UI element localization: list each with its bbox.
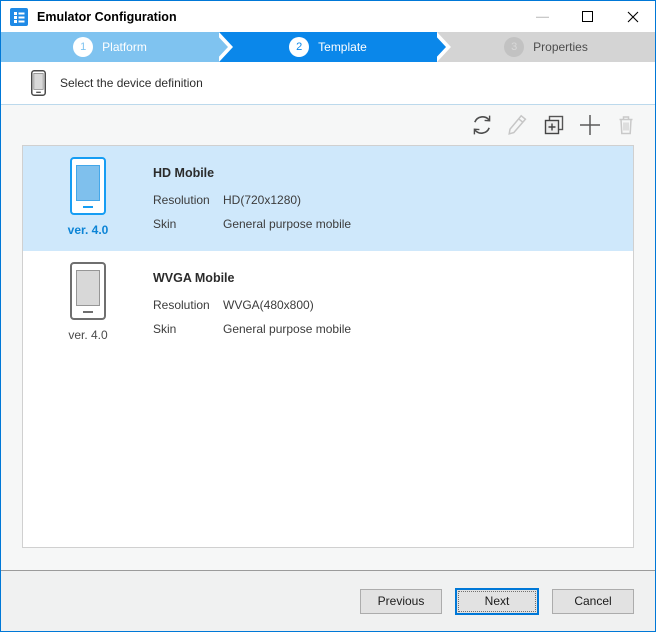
close-icon[interactable] xyxy=(610,1,655,32)
wizard-stepper: 1 Platform 2 Template 3 Properties xyxy=(1,32,655,62)
phone-icon xyxy=(70,157,106,215)
delete-icon xyxy=(613,112,639,138)
step-number-badge: 1 xyxy=(73,37,93,57)
step-properties[interactable]: 3 Properties xyxy=(437,32,655,62)
phone-home-button xyxy=(83,311,93,313)
step-arrow-icon xyxy=(214,32,228,62)
device-details: HD Mobile Resolution HD(720x1280) Skin G… xyxy=(153,146,351,251)
refresh-icon[interactable] xyxy=(469,112,495,138)
maximize-icon[interactable] xyxy=(565,1,610,32)
step-template[interactable]: 2 Template xyxy=(219,32,437,62)
skin-value: General purpose mobile xyxy=(223,322,351,336)
window-title: Emulator Configuration xyxy=(37,10,177,24)
resolution-value: HD(720x1280) xyxy=(223,193,301,207)
phone-icon xyxy=(70,262,106,320)
device-version: ver. 4.0 xyxy=(68,223,109,237)
footer-button-bar: Previous Next Cancel xyxy=(1,570,655,631)
phone-screen xyxy=(76,270,100,306)
app-icon xyxy=(10,8,28,26)
skin-value: General purpose mobile xyxy=(223,217,351,231)
device-details: WVGA Mobile Resolution WVGA(480x800) Ski… xyxy=(153,251,351,356)
step-label: Platform xyxy=(102,40,147,54)
step-arrow-icon xyxy=(432,32,446,62)
device-list: ver. 4.0 HD Mobile Resolution HD(720x128… xyxy=(22,145,634,548)
device-name: WVGA Mobile xyxy=(153,271,351,285)
subheader-text: Select the device definition xyxy=(60,76,203,90)
resolution-value: WVGA(480x800) xyxy=(223,298,314,312)
emulator-configuration-window: Emulator Configuration — 1 Platform 2 Te… xyxy=(0,0,656,632)
step-number-badge: 3 xyxy=(504,37,524,57)
device-item-hd-mobile[interactable]: ver. 4.0 HD Mobile Resolution HD(720x128… xyxy=(23,146,633,251)
step-number-badge: 2 xyxy=(289,37,309,57)
subheader: Select the device definition xyxy=(1,62,655,105)
device-toolbar xyxy=(1,105,655,145)
device-icon-column: ver. 4.0 xyxy=(23,251,153,356)
title-bar: Emulator Configuration — xyxy=(1,1,655,32)
duplicate-icon[interactable] xyxy=(541,112,567,138)
skin-label: Skin xyxy=(153,322,223,336)
resolution-label: Resolution xyxy=(153,193,223,207)
content-area: ver. 4.0 HD Mobile Resolution HD(720x128… xyxy=(1,105,655,570)
device-version: ver. 4.0 xyxy=(68,328,107,342)
step-platform[interactable]: 1 Platform xyxy=(1,32,219,62)
minimize-icon: — xyxy=(520,1,565,32)
cancel-button[interactable]: Cancel xyxy=(552,589,634,614)
phone-icon xyxy=(31,70,46,96)
previous-button[interactable]: Previous xyxy=(360,589,442,614)
resolution-label: Resolution xyxy=(153,298,223,312)
phone-screen xyxy=(76,165,100,201)
device-icon-column: ver. 4.0 xyxy=(23,146,153,251)
step-label: Properties xyxy=(533,40,588,54)
device-item-wvga-mobile[interactable]: ver. 4.0 WVGA Mobile Resolution WVGA(480… xyxy=(23,251,633,356)
edit-icon xyxy=(505,112,531,138)
add-icon[interactable] xyxy=(577,112,603,138)
step-label: Template xyxy=(318,40,367,54)
phone-home-button xyxy=(83,206,93,208)
skin-label: Skin xyxy=(153,217,223,231)
next-button[interactable]: Next xyxy=(455,588,539,615)
caption-buttons: — xyxy=(520,1,655,32)
device-name: HD Mobile xyxy=(153,166,351,180)
